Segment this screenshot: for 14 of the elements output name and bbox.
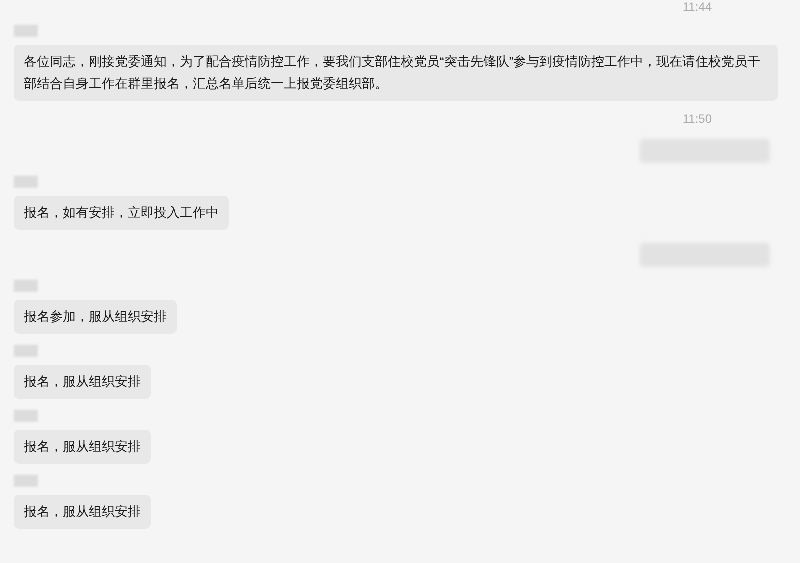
- blurred-sender-name: [14, 410, 38, 422]
- blurred-sender-name: [14, 345, 38, 357]
- message-bubble: 报名，服从组织安排: [14, 495, 151, 529]
- blurred-sender-name: [14, 25, 38, 37]
- blurred-sender-name: [14, 176, 38, 188]
- message-bubble: 报名参加，服从组织安排: [14, 300, 177, 334]
- blurred-sender-name: [14, 475, 38, 487]
- message-bubble: 报名，如有安排，立即投入工作中: [14, 196, 229, 230]
- message-bubble: 报名，服从组织安排: [14, 430, 151, 464]
- timestamp: 11:44: [682, 0, 712, 14]
- timestamp: 11:50: [682, 112, 712, 126]
- message-bubble: 报名，服从组织安排: [14, 365, 151, 399]
- blurred-sender-name: [14, 280, 38, 292]
- message-bubble: 各位同志，刚接党委通知，为了配合疫情防控工作，要我们支部住校党员“突击先锋队”参与到疫情防控工作中，现在请住校党员干部结合自身工作在群里报名，汇总名单后统一上报党委组织部。: [14, 45, 778, 101]
